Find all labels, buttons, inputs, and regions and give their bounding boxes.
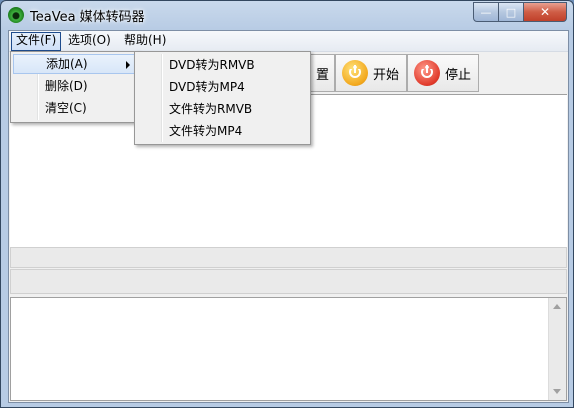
minimize-button[interactable]: — [473, 2, 499, 22]
menu-item-add[interactable]: 添加(A) [13, 54, 137, 74]
submenu-item-file-mp4[interactable]: 文件转为MP4 [169, 120, 242, 142]
maximize-button[interactable]: □ [499, 2, 524, 22]
scroll-up-icon[interactable] [553, 304, 561, 309]
menu-item-delete[interactable]: 删除(D) [13, 76, 137, 96]
app-window: TeaVea 媒体转码器 — □ ✕ 文件(F) 选项(O) 帮助(H) 置 开… [0, 0, 574, 408]
menu-item-delete-label: 删除(D) [45, 79, 88, 93]
add-submenu: DVD转为RMVB DVD转为MP4 文件转为RMVB 文件转为MP4 [134, 51, 311, 145]
window-title: TeaVea 媒体转码器 [30, 10, 145, 25]
menu-item-add-label: 添加(A) [46, 57, 88, 71]
title-bar[interactable]: TeaVea 媒体转码器 — □ ✕ [1, 1, 573, 31]
status-bar-bottom [10, 269, 567, 294]
menu-help[interactable]: 帮助(H) [120, 32, 170, 49]
vertical-scrollbar[interactable] [548, 298, 566, 400]
power-icon [414, 60, 440, 86]
submenu-item-dvd-mp4[interactable]: DVD转为MP4 [169, 76, 245, 98]
chevron-right-icon [126, 61, 130, 69]
submenu-item-file-rmvb[interactable]: 文件转为RMVB [169, 98, 252, 120]
file-menu-dropdown: 添加(A) 删除(D) 清空(C) [10, 51, 140, 123]
menu-options[interactable]: 选项(O) [64, 32, 115, 49]
submenu-item-dvd-rmvb[interactable]: DVD转为RMVB [169, 54, 255, 76]
menu-item-clear[interactable]: 清空(C) [13, 98, 137, 118]
close-button[interactable]: ✕ [524, 2, 567, 22]
teavea-logo-icon [8, 7, 24, 23]
log-area[interactable] [10, 297, 567, 401]
submenu-gutter [161, 54, 163, 142]
settings-label: 置 [315, 67, 329, 83]
start-label: 开始 [373, 67, 400, 83]
window-controls: — □ ✕ [473, 2, 567, 22]
power-icon [342, 60, 368, 86]
status-bar-top [10, 247, 567, 268]
menu-item-clear-label: 清空(C) [45, 101, 87, 115]
stop-button[interactable]: 停止 [407, 54, 479, 92]
scroll-down-icon[interactable] [553, 389, 561, 394]
menu-file[interactable]: 文件(F) [11, 32, 62, 51]
stop-label: 停止 [445, 67, 472, 83]
start-button[interactable]: 开始 [335, 54, 407, 92]
menu-bar: 文件(F) 选项(O) 帮助(H) [9, 31, 568, 52]
